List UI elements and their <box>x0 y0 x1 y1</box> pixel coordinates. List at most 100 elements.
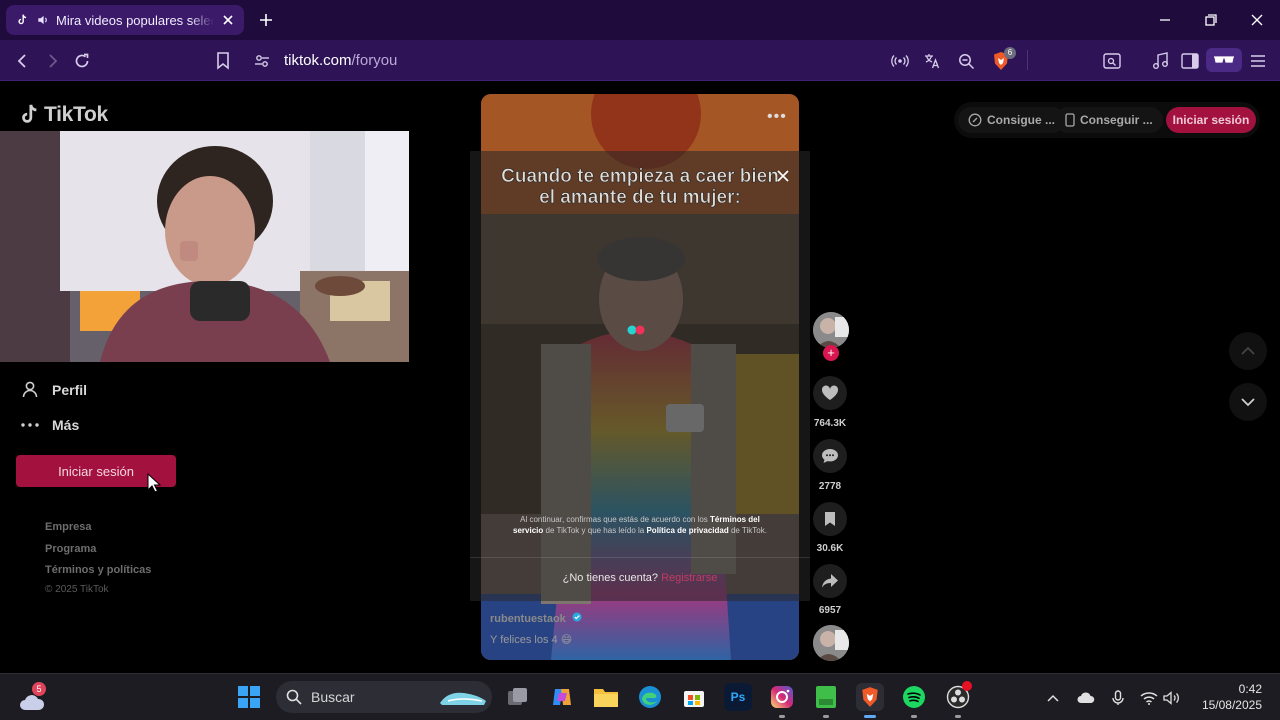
tiktok-logo[interactable]: TikTok <box>18 103 108 127</box>
get-coins-label: Consigue ... <box>987 113 1056 127</box>
wifi-icon[interactable] <box>1139 688 1159 708</box>
next-video-button[interactable] <box>1229 383 1267 421</box>
url-host: tiktok.com <box>284 52 352 69</box>
comment-button[interactable] <box>813 439 847 473</box>
edge-browser-icon[interactable] <box>636 683 664 711</box>
windows-start-button[interactable] <box>235 683 263 711</box>
sound-avatar[interactable] <box>813 625 849 661</box>
nav-item-more[interactable]: Más <box>20 417 79 433</box>
tab-audio-playing-icon[interactable] <box>36 13 50 27</box>
mouse-cursor-icon <box>147 473 161 493</box>
reader-mode-icon[interactable] <box>1101 50 1123 72</box>
address-bar[interactable]: tiktok.com/foryou <box>284 52 397 69</box>
legal-prefix: Al continuar, confirmas que estás de acu… <box>520 515 708 524</box>
get-app-button[interactable]: Conseguir ... <box>1055 107 1163 133</box>
footer-copyright: © 2025 TikTok <box>45 584 109 595</box>
window-restore-button[interactable] <box>1199 8 1223 32</box>
weather-widget[interactable]: 5 <box>18 682 48 712</box>
heart-icon <box>821 385 839 400</box>
new-tab-button[interactable] <box>256 10 276 30</box>
like-button[interactable] <box>813 376 847 410</box>
person-icon <box>20 381 40 398</box>
nav-item-profile[interactable]: Perfil <box>20 381 87 398</box>
brave-wallet-button[interactable] <box>1206 48 1242 72</box>
get-app-label: Conseguir ... <box>1080 113 1153 127</box>
media-broadcast-icon[interactable] <box>889 50 911 72</box>
spotify-icon[interactable] <box>900 683 928 711</box>
sidebar-toggle-icon[interactable] <box>1179 50 1201 72</box>
footer-link-terminos[interactable]: Términos y políticas <box>45 564 151 576</box>
reload-button[interactable] <box>71 50 93 72</box>
obs-studio-icon[interactable] <box>944 681 972 711</box>
recording-indicator <box>962 681 972 691</box>
tiktok-logo-icon <box>22 104 37 123</box>
forward-button[interactable] <box>41 50 63 72</box>
signup-question: ¿No tienes cuenta? <box>562 572 659 584</box>
taskbar-clock[interactable]: 0:42 15/08/2025 <box>1198 681 1262 713</box>
legal-mid2: de TikTok. <box>730 526 767 535</box>
taskbar-search-box[interactable]: Buscar <box>276 681 492 713</box>
phone-icon <box>1065 113 1075 127</box>
photoshop-icon[interactable]: Ps <box>724 683 752 711</box>
browser-tab-bar: Mira videos populares selecc <box>0 0 1280 40</box>
running-indicator <box>779 715 785 718</box>
comment-icon <box>822 449 838 463</box>
share-button[interactable] <box>813 564 847 598</box>
bookmark-icon[interactable] <box>212 50 234 72</box>
tray-chevron-up-icon[interactable] <box>1043 688 1063 708</box>
tiktok-logo-text: TikTok <box>44 103 108 126</box>
get-coins-button[interactable]: Consigue ... <box>958 107 1066 133</box>
webcam-overlay-image <box>0 131 409 362</box>
copilot-icon[interactable] <box>548 683 576 711</box>
footer-link-empresa[interactable]: Empresa <box>45 521 91 533</box>
share-arrow-icon <box>822 574 838 588</box>
video-author-username[interactable]: rubentuestaok <box>490 612 582 625</box>
signup-prompt: ¿No tienes cuenta? Registrarse <box>470 572 810 584</box>
window-minimize-button[interactable] <box>1153 8 1177 32</box>
legal-mid1: de TikTok y que has leído la <box>545 526 645 535</box>
window-close-button[interactable] <box>1245 8 1269 32</box>
tiktok-page: TikTok Perfil Más Iniciar sesión Empresa… <box>0 81 1280 673</box>
taskbar-search-placeholder: Buscar <box>311 689 355 705</box>
previous-video-button[interactable] <box>1229 332 1267 370</box>
tab-close-icon[interactable] <box>220 12 236 28</box>
zoom-out-icon[interactable] <box>955 50 977 72</box>
instagram-icon[interactable] <box>768 683 796 711</box>
onedrive-icon[interactable] <box>1076 688 1096 708</box>
microsoft-store-icon[interactable] <box>680 683 708 711</box>
follow-button[interactable]: + <box>823 345 839 361</box>
top-login-button[interactable]: Iniciar sesión <box>1166 107 1256 133</box>
browser-menu-icon[interactable] <box>1247 50 1269 72</box>
browser-tab-active[interactable]: Mira videos populares selecc <box>6 5 244 35</box>
brave-taskbar-icon[interactable] <box>856 683 884 711</box>
clock-date: 15/08/2025 <box>1201 698 1262 712</box>
video-more-options-icon[interactable]: ••• <box>767 108 787 126</box>
back-button[interactable] <box>12 50 34 72</box>
clock-time: 0:42 <box>1238 682 1262 696</box>
modal-close-icon[interactable] <box>776 169 792 185</box>
site-settings-icon[interactable] <box>251 50 273 72</box>
brave-shields-badge: 6 <box>1004 47 1016 59</box>
save-count: 30.6K <box>816 543 844 554</box>
video-author-name[interactable]: rubentuestaok <box>490 613 566 625</box>
privacy-policy-link[interactable]: Política de privacidad <box>646 526 728 535</box>
weather-badge: 5 <box>32 682 46 696</box>
creator-avatar[interactable] <box>813 312 849 348</box>
volume-icon[interactable] <box>1162 688 1182 708</box>
running-indicator <box>955 715 961 718</box>
nav-item-more-label: Más <box>52 417 80 433</box>
translate-icon[interactable] <box>921 50 943 72</box>
loading-spinner-icon <box>626 322 648 335</box>
running-indicator <box>911 715 917 718</box>
save-button[interactable] <box>813 502 847 536</box>
nav-item-profile-label: Perfil <box>52 381 88 398</box>
media-music-icon[interactable] <box>1149 50 1171 72</box>
notes-app-icon[interactable] <box>812 683 840 711</box>
footer-link-programa[interactable]: Programa <box>45 543 96 555</box>
more-dots-icon <box>20 423 40 427</box>
brave-shields-icon[interactable]: 6 <box>990 47 1016 72</box>
signup-link[interactable]: Registrarse <box>661 572 717 584</box>
file-explorer-icon[interactable] <box>592 683 620 711</box>
task-view-icon[interactable] <box>504 683 532 711</box>
microphone-icon[interactable] <box>1108 688 1128 708</box>
